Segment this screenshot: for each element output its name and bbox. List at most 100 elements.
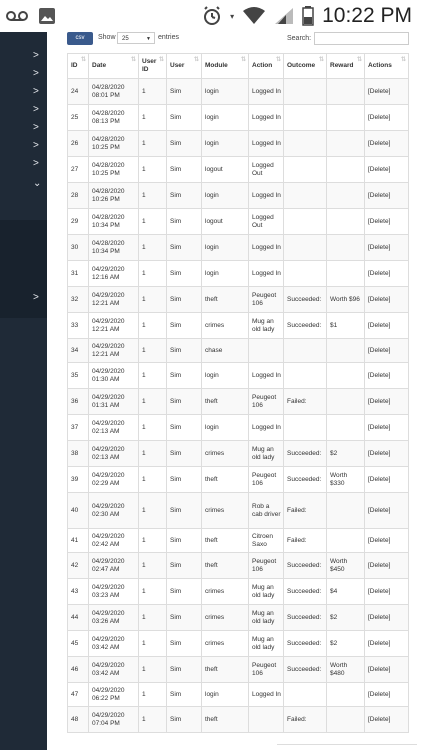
table-row: 42 04/29/2020 02:47 AM 1 Sim theft Peugeot 10… xyxy=(67,552,409,579)
cell-user-id: 1 xyxy=(138,234,167,261)
search-input[interactable] xyxy=(314,32,409,45)
column-header-reward[interactable]: Reward ⇅ xyxy=(326,53,365,79)
cell-reward xyxy=(326,234,365,261)
cell-id: 34 xyxy=(67,338,89,363)
cell-date: 04/29/2020 12:21 AM xyxy=(88,286,139,313)
table-row: 29 04/28/2020 10:34 PM 1 Sim logout Logged Ou… xyxy=(67,208,409,235)
cell-date: 04/29/2020 03:42 AM xyxy=(88,630,139,657)
cell-module: theft xyxy=(201,388,249,415)
search-label: Search: xyxy=(287,35,312,42)
cell-delete-link[interactable]: [Delete] xyxy=(364,388,409,415)
sort-icon: ⇅ xyxy=(158,57,164,63)
chevron-right-icon[interactable]: > xyxy=(33,140,39,151)
cell-reward: Worth $330 xyxy=(326,466,365,493)
cell-module: crimes xyxy=(201,578,249,605)
cell-reward: $2 xyxy=(326,604,365,631)
cell-delete-link[interactable]: [Delete] xyxy=(364,104,409,131)
cell-delete-link[interactable]: [Delete] xyxy=(364,604,409,631)
cell-delete-link[interactable]: [Delete] xyxy=(364,78,409,105)
cell-delete-link[interactable]: [Delete] xyxy=(364,208,409,235)
chevron-down-icon[interactable]: ⌄ xyxy=(33,178,41,189)
cell-delete-link[interactable]: [Delete] xyxy=(364,362,409,389)
cell-reward xyxy=(326,682,365,707)
sort-icon: ⇅ xyxy=(400,57,406,63)
cell-id: 48 xyxy=(67,706,89,733)
cell-user-id: 1 xyxy=(138,388,167,415)
column-header-action[interactable]: Action ⇅ xyxy=(248,53,284,79)
cell-delete-link[interactable]: [Delete] xyxy=(364,630,409,657)
table-row: 26 04/28/2020 10:25 PM 1 Sim login Logged In [… xyxy=(67,130,409,157)
cell-outcome xyxy=(283,78,327,105)
chevron-right-icon[interactable]: > xyxy=(33,122,39,133)
cell-outcome xyxy=(283,414,327,441)
chevron-right-icon[interactable]: > xyxy=(33,292,39,303)
cell-delete-link[interactable]: [Delete] xyxy=(364,682,409,707)
cell-user: Sim xyxy=(166,656,202,683)
chevron-right-icon[interactable]: > xyxy=(33,158,39,169)
cell-date: 04/29/2020 03:26 AM xyxy=(88,604,139,631)
cell-delete-link[interactable]: [Delete] xyxy=(364,130,409,157)
cell-date: 04/29/2020 12:21 AM xyxy=(88,312,139,339)
table-row: 24 04/28/2020 08:01 PM 1 Sim login Logged In [… xyxy=(67,78,409,105)
page-size-select[interactable]: 25 ▼ xyxy=(117,32,155,44)
cell-delete-link[interactable]: [Delete] xyxy=(364,578,409,605)
cell-module: theft xyxy=(201,656,249,683)
cell-id: 31 xyxy=(67,260,89,287)
chevron-right-icon[interactable]: > xyxy=(33,50,39,61)
cell-delete-link[interactable]: [Delete] xyxy=(364,286,409,313)
chevron-right-icon[interactable]: > xyxy=(33,86,39,97)
cell-outcome xyxy=(283,234,327,261)
cell-delete-link[interactable]: [Delete] xyxy=(364,528,409,553)
cell-id: 33 xyxy=(67,312,89,339)
cell-date: 04/28/2020 08:01 PM xyxy=(88,78,139,105)
chevron-right-icon[interactable]: > xyxy=(33,68,39,79)
cell-delete-link[interactable]: [Delete] xyxy=(364,492,409,529)
cell-delete-link[interactable]: [Delete] xyxy=(364,182,409,209)
page-size-value: 25 xyxy=(122,36,129,42)
cell-delete-link[interactable]: [Delete] xyxy=(364,656,409,683)
cell-user-id: 1 xyxy=(138,578,167,605)
column-header-user-id[interactable]: User ID ⇅ xyxy=(138,53,167,79)
cell-delete-link[interactable]: [Delete] xyxy=(364,156,409,183)
cell-delete-link[interactable]: [Delete] xyxy=(364,312,409,339)
cell-delete-link[interactable]: [Delete] xyxy=(364,234,409,261)
cell-module: login xyxy=(201,414,249,441)
cell-id: 40 xyxy=(67,492,89,529)
cell-outcome xyxy=(283,156,327,183)
cell-module: crimes xyxy=(201,604,249,631)
cell-delete-link[interactable]: [Delete] xyxy=(364,414,409,441)
cell-module: theft xyxy=(201,552,249,579)
caret-down-icon: ▼ xyxy=(146,36,151,42)
pagination[interactable] xyxy=(277,744,417,753)
column-header-outcome[interactable]: Outcome ⇅ xyxy=(283,53,327,79)
table-row: 36 04/29/2020 01:31 AM 1 Sim theft Peugeot 10… xyxy=(67,388,409,415)
cell-module: theft xyxy=(201,466,249,493)
status-time: 10:22 PM xyxy=(322,4,412,27)
cell-delete-link[interactable]: [Delete] xyxy=(364,552,409,579)
chevron-right-icon[interactable]: > xyxy=(33,104,39,115)
column-header-actions[interactable]: Actions ⇅ xyxy=(364,53,409,79)
column-header-date[interactable]: Date ⇅ xyxy=(88,53,139,79)
cell-user-id: 1 xyxy=(138,362,167,389)
column-header-module[interactable]: Module ⇅ xyxy=(201,53,249,79)
cell-user: Sim xyxy=(166,578,202,605)
column-header-user[interactable]: User ⇅ xyxy=(166,53,202,79)
cell-delete-link[interactable]: [Delete] xyxy=(364,706,409,733)
csv-button[interactable]: csv xyxy=(67,32,93,45)
cell-id: 27 xyxy=(67,156,89,183)
cell-delete-link[interactable]: [Delete] xyxy=(364,338,409,363)
cell-id: 29 xyxy=(67,208,89,235)
cell-id: 28 xyxy=(67,182,89,209)
cell-outcome: Failed: xyxy=(283,528,327,553)
cell-user: Sim xyxy=(166,104,202,131)
cell-id: 30 xyxy=(67,234,89,261)
cell-delete-link[interactable]: [Delete] xyxy=(364,440,409,467)
cell-delete-link[interactable]: [Delete] xyxy=(364,260,409,287)
cell-delete-link[interactable]: [Delete] xyxy=(364,466,409,493)
cell-action xyxy=(248,338,284,363)
cell-reward xyxy=(326,78,365,105)
cell-action: Logged In xyxy=(248,414,284,441)
image-icon xyxy=(39,8,55,24)
cell-id: 37 xyxy=(67,414,89,441)
column-header-id[interactable]: ID ⇅ xyxy=(67,53,89,79)
